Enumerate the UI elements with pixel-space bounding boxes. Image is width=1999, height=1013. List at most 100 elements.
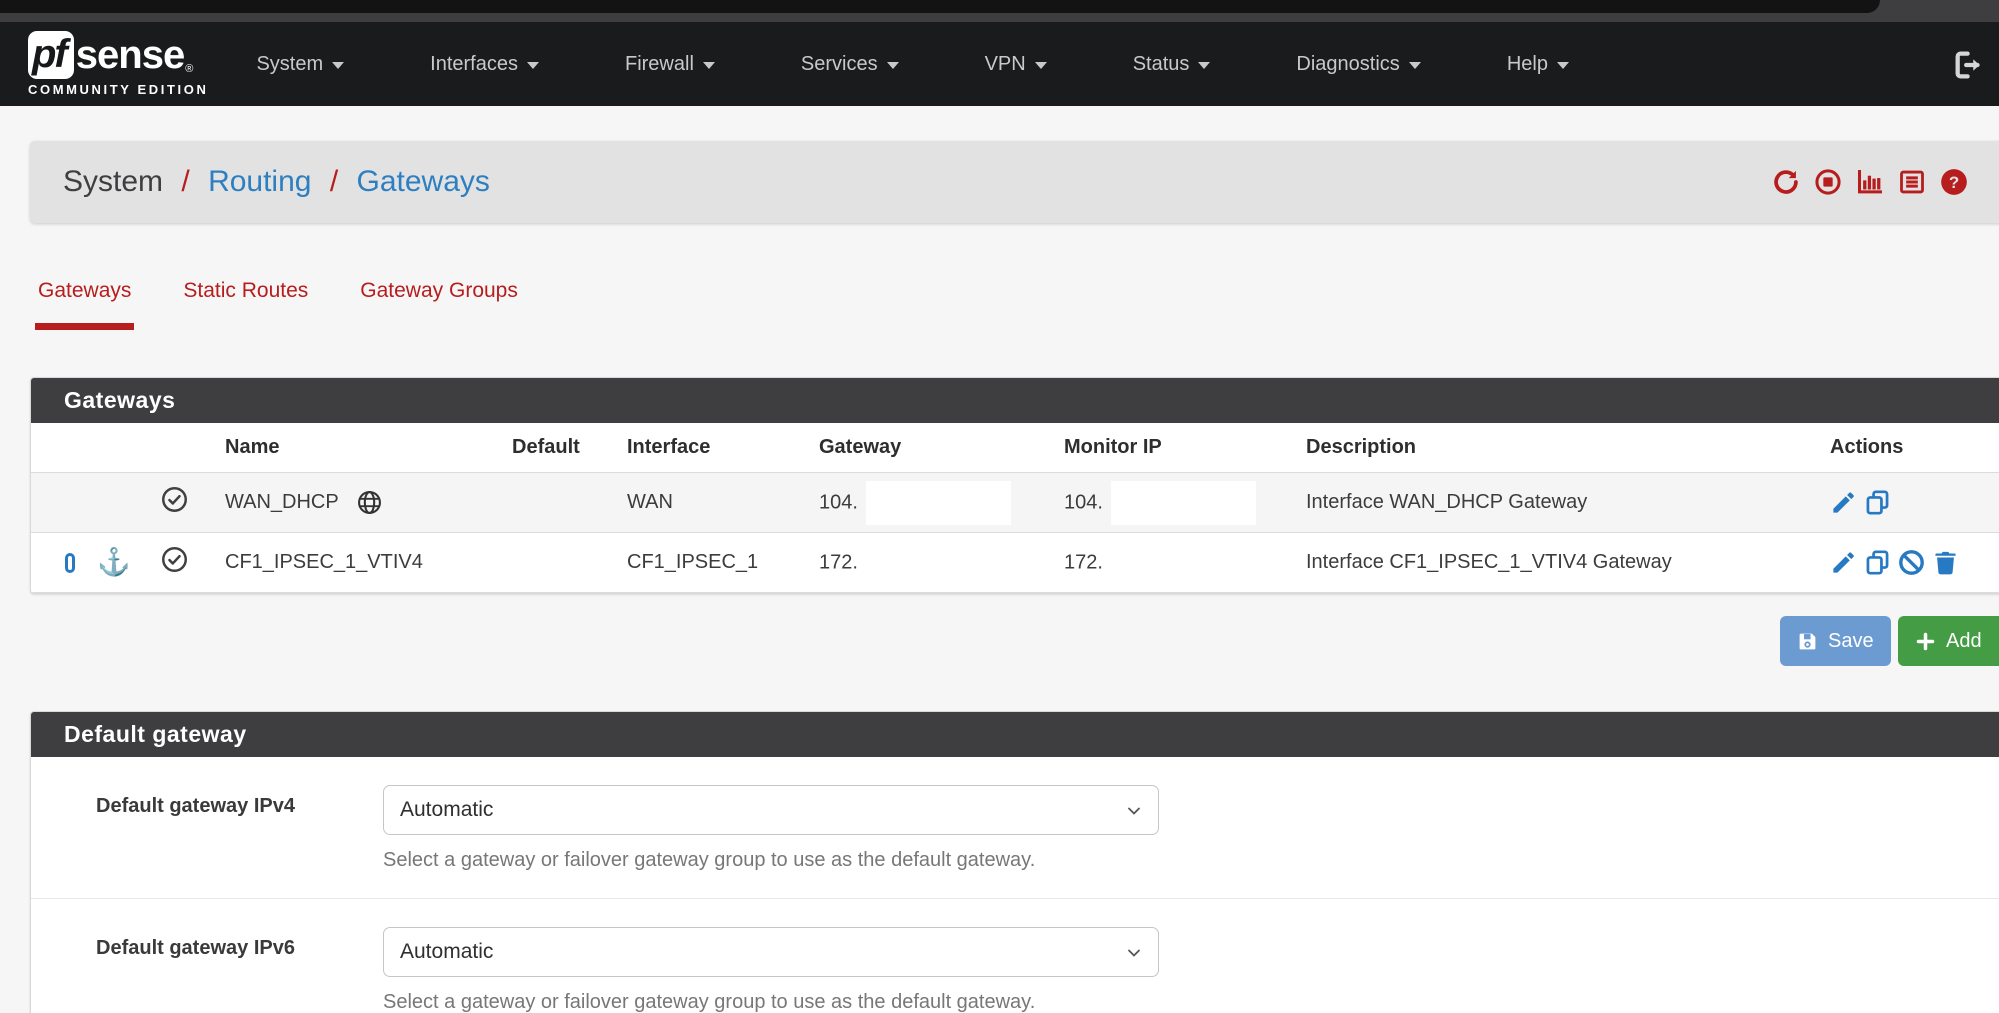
anchor-icon: ⚓ <box>97 549 131 576</box>
copy-icon[interactable] <box>1864 549 1891 576</box>
caret-down-icon <box>1035 62 1047 69</box>
default-gateway-ipv4-select[interactable]: Automatic <box>383 785 1159 835</box>
nav-item-label: VPN <box>985 53 1026 76</box>
cell-gateway: 172. <box>799 533 1044 593</box>
window-chrome <box>0 0 1999 22</box>
help-circle-icon[interactable]: ? <box>1940 168 1968 196</box>
tab-label: Static Routes <box>183 279 308 302</box>
cell-gateway: 104. <box>799 473 1044 533</box>
monitor-ip: 104. <box>1064 491 1103 513</box>
pfsense-logo-pf: pf <box>28 31 74 79</box>
monitor-ip: 172. <box>1064 551 1103 573</box>
caret-down-icon <box>887 62 899 69</box>
nav-item-label: Interfaces <box>430 53 518 76</box>
save-button[interactable]: Save <box>1780 616 1891 666</box>
breadcrumb-separator: / <box>330 165 338 198</box>
log-list-icon[interactable] <box>1898 168 1926 196</box>
nav-item-services[interactable]: Services <box>801 53 942 76</box>
cell-description: Interface WAN_DHCP Gateway <box>1286 473 1810 533</box>
table-header-row: Name Default Interface Gateway Monitor I… <box>31 423 1999 473</box>
cell-monitor-ip: 104. <box>1044 473 1286 533</box>
edit-pencil-icon[interactable] <box>1830 549 1857 576</box>
nav-item-vpn[interactable]: VPN <box>985 53 1090 76</box>
bar-chart-icon[interactable] <box>1856 168 1884 196</box>
breadcrumb-link-routing[interactable]: Routing <box>208 165 311 198</box>
tab-label: Gateway Groups <box>360 279 518 302</box>
nav-item-diagnostics[interactable]: Diagnostics <box>1296 53 1463 76</box>
nav-item-help[interactable]: Help <box>1507 53 1612 76</box>
default-gateway-panel: Default gateway Default gateway IPv4 Aut… <box>30 711 1999 1013</box>
cell-monitor-ip: 172. <box>1044 533 1286 593</box>
refresh-icon[interactable] <box>1772 168 1800 196</box>
col-gateway: Gateway <box>799 423 1044 473</box>
col-default: Default <box>492 423 607 473</box>
main-menu: System Interfaces Firewall Services VPN … <box>256 53 1611 76</box>
tab-gateways[interactable]: Gateways <box>35 279 134 330</box>
nav-item-system[interactable]: System <box>256 53 387 76</box>
breadcrumb-bar: System / Routing / Gateways <box>30 141 1999 223</box>
cell-default <box>492 533 607 593</box>
cell-actions <box>1810 533 1999 593</box>
window-chrome-edge <box>0 0 1880 13</box>
disable-ban-icon[interactable] <box>1898 549 1925 576</box>
nav-item-interfaces[interactable]: Interfaces <box>430 53 582 76</box>
sign-out-icon[interactable] <box>1952 48 1986 87</box>
svg-text:?: ? <box>1949 173 1959 192</box>
default-gateway-panel-title: Default gateway <box>31 712 1999 757</box>
nav-item-label: Help <box>1507 53 1548 76</box>
pfsense-logo-wordmark: pf sense ® <box>28 31 208 79</box>
breadcrumb-link-gateways[interactable]: Gateways <box>357 165 490 198</box>
col-name: Name <box>205 423 492 473</box>
col-interface: Interface <box>607 423 799 473</box>
cell-default <box>492 473 607 533</box>
col-actions: Actions <box>1810 423 1999 473</box>
pfsense-logo-sense: sense <box>76 33 184 78</box>
col-description: Description <box>1286 423 1810 473</box>
caret-down-icon <box>1557 62 1569 69</box>
copy-icon[interactable] <box>1864 489 1891 516</box>
add-button-label: Add <box>1946 630 1982 653</box>
nav-item-status[interactable]: Status <box>1133 53 1254 76</box>
nav-item-firewall[interactable]: Firewall <box>625 53 758 76</box>
community-edition-label: COMMUNITY EDITION <box>28 82 208 97</box>
col-status <box>141 423 205 473</box>
nav-item-label: Services <box>801 53 878 76</box>
breadcrumb-actions: ? <box>1772 141 1968 223</box>
top-navbar: pf sense ® COMMUNITY EDITION System Inte… <box>0 22 1999 106</box>
plus-icon <box>1915 631 1936 652</box>
selected-value: Automatic <box>400 798 493 822</box>
tab-static-routes[interactable]: Static Routes <box>180 279 311 330</box>
button-row: Save Add <box>30 616 1999 666</box>
pfsense-logo[interactable]: pf sense ® COMMUNITY EDITION <box>28 31 208 97</box>
tab-gateway-groups[interactable]: Gateway Groups <box>357 279 521 330</box>
table-row: ⚓ CF1_IPSEC_1_VTIV4 CF1_IPSEC_1 172. <box>31 533 1999 593</box>
default-gateway-ipv6-label: Default gateway IPv6 <box>96 937 295 960</box>
ipv4-help-text: Select a gateway or failover gateway gro… <box>383 849 1999 872</box>
default-gateway-ipv4-label: Default gateway IPv4 <box>96 795 295 818</box>
cell-select <box>31 473 141 533</box>
globe-icon <box>357 490 382 515</box>
gateway-ip: 172. <box>819 551 858 573</box>
add-button[interactable]: Add <box>1898 616 1999 666</box>
floppy-save-icon <box>1797 631 1818 652</box>
nav-item-label: System <box>256 53 323 76</box>
breadcrumb: System / Routing / Gateways <box>30 165 490 199</box>
nav-item-label: Diagnostics <box>1296 53 1399 76</box>
cell-name: WAN_DHCP <box>205 473 492 533</box>
routing-tabs: Gateways Static Routes Gateway Groups <box>35 279 1999 330</box>
row-checkbox[interactable] <box>65 553 75 573</box>
cell-interface: CF1_IPSEC_1 <box>607 533 799 593</box>
gateways-table: Name Default Interface Gateway Monitor I… <box>31 423 1999 593</box>
default-gateway-ipv6-select[interactable]: Automatic <box>383 927 1159 977</box>
circle-check-icon <box>161 486 188 513</box>
edit-pencil-icon[interactable] <box>1830 489 1857 516</box>
breadcrumb-section: System <box>63 165 163 198</box>
cell-status <box>141 533 205 593</box>
cell-description: Interface CF1_IPSEC_1_VTIV4 Gateway <box>1286 533 1810 593</box>
chevron-down-icon <box>1126 945 1142 961</box>
stop-circle-icon[interactable] <box>1814 168 1842 196</box>
selected-value: Automatic <box>400 940 493 964</box>
delete-trash-icon[interactable] <box>1932 549 1959 576</box>
ipv6-help-text: Select a gateway or failover gateway gro… <box>383 991 1999 1013</box>
redaction-box <box>866 481 1011 525</box>
